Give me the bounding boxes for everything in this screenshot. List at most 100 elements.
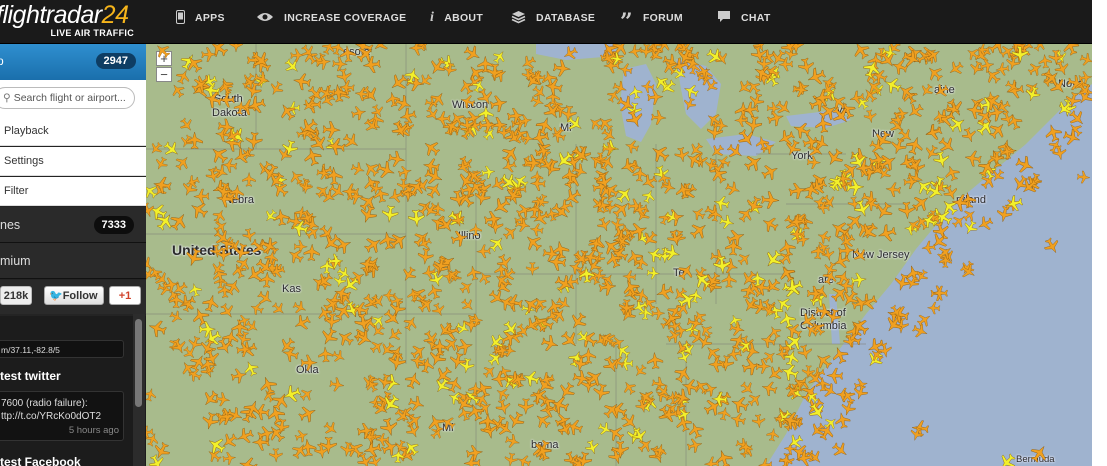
aircraft-icon[interactable] <box>418 356 436 374</box>
aircraft-icon[interactable] <box>481 362 499 380</box>
aircraft-icon[interactable] <box>375 159 397 181</box>
aircraft-icon[interactable] <box>193 188 210 204</box>
aircraft-icon[interactable] <box>995 62 1010 76</box>
aircraft-icon[interactable] <box>385 326 403 344</box>
aircraft-icon[interactable] <box>146 387 158 402</box>
aircraft-icon[interactable] <box>997 138 1015 156</box>
twitter-follow-button[interactable]: 🐦Follow <box>44 286 104 305</box>
aircraft-icon[interactable] <box>601 354 622 375</box>
aircraft-icon[interactable] <box>147 453 167 466</box>
aircraft-icon[interactable] <box>411 227 434 250</box>
aircraft-icon[interactable] <box>776 263 797 285</box>
aircraft-icon[interactable] <box>229 44 243 53</box>
aircraft-icon[interactable] <box>1078 71 1092 85</box>
aircraft-icon[interactable] <box>381 205 399 224</box>
aircraft-icon[interactable] <box>797 57 815 76</box>
aircraft-icon[interactable] <box>1028 442 1051 465</box>
aircraft-icon[interactable] <box>478 116 497 134</box>
aircraft-icon[interactable] <box>416 72 434 90</box>
aircraft-icon[interactable] <box>147 140 164 157</box>
aircraft-icon[interactable] <box>592 383 611 402</box>
aircraft-icon[interactable] <box>147 318 168 339</box>
aircraft-icon[interactable] <box>760 214 781 234</box>
aircraft-icon[interactable] <box>932 82 950 100</box>
aircraft-icon[interactable] <box>654 282 674 302</box>
aircraft-icon[interactable] <box>236 342 253 357</box>
aircraft-icon[interactable] <box>245 131 263 151</box>
aircraft-icon[interactable] <box>648 142 672 166</box>
aircraft-icon[interactable] <box>627 44 643 59</box>
aircraft-icon[interactable] <box>276 100 298 123</box>
aircraft-icon[interactable] <box>996 451 1019 466</box>
aircraft-icon[interactable] <box>522 231 545 254</box>
aircraft-icon[interactable] <box>596 420 613 437</box>
aircraft-icon[interactable] <box>646 266 661 280</box>
aircraft-icon[interactable] <box>454 320 471 337</box>
aircraft-icon[interactable] <box>466 265 482 282</box>
aircraft-icon[interactable] <box>620 379 638 397</box>
aircraft-icon[interactable] <box>362 56 381 74</box>
aircraft-icon[interactable] <box>797 344 814 361</box>
nav-forum[interactable]: ” FORUM <box>620 0 683 36</box>
nav-increase-coverage[interactable]: INCREASE COVERAGE <box>256 0 406 36</box>
aircraft-icon[interactable] <box>946 59 966 79</box>
aircraft-icon[interactable] <box>851 246 870 265</box>
aircraft-icon[interactable] <box>561 44 580 62</box>
aircraft-icon[interactable] <box>778 310 797 329</box>
aircraft-icon[interactable] <box>187 199 210 222</box>
aircraft-icon[interactable] <box>1079 52 1092 68</box>
aircraft-icon[interactable] <box>746 390 765 409</box>
aircraft-icon[interactable] <box>463 314 481 334</box>
aircraft-icon[interactable] <box>665 208 685 228</box>
aircraft-icon[interactable] <box>188 282 203 298</box>
aircraft-icon[interactable] <box>627 220 649 242</box>
aircraft-icon[interactable] <box>404 422 422 440</box>
aircraft-icon[interactable] <box>518 398 534 415</box>
aircraft-icon[interactable] <box>1062 127 1083 147</box>
aircraft-icon[interactable] <box>686 437 703 454</box>
aircraft-icon[interactable] <box>318 346 334 363</box>
aircraft-icon[interactable] <box>161 139 182 160</box>
aircraft-icon[interactable] <box>704 46 726 68</box>
aircraft-icon[interactable] <box>687 219 710 242</box>
aircraft-icon[interactable] <box>249 301 265 317</box>
aircraft-icon[interactable] <box>523 154 543 172</box>
aircraft-icon[interactable] <box>425 282 443 300</box>
aircraft-icon[interactable] <box>857 220 881 244</box>
aircraft-icon[interactable] <box>322 121 342 139</box>
aircraft-icon[interactable] <box>729 411 747 428</box>
aircraft-icon[interactable] <box>760 161 781 182</box>
aircraft-icon[interactable] <box>393 93 414 113</box>
aircraft-icon[interactable] <box>153 44 173 61</box>
aircraft-icon[interactable] <box>876 223 898 244</box>
aircraft-icon[interactable] <box>551 240 570 260</box>
aircraft-icon[interactable] <box>776 248 795 267</box>
aircraft-icon[interactable] <box>647 351 664 370</box>
aircraft-icon[interactable] <box>370 44 391 55</box>
aircraft-icon[interactable] <box>409 353 426 369</box>
aircraft-icon[interactable] <box>350 105 367 122</box>
aircraft-icon[interactable] <box>292 313 313 334</box>
aircraft-icon[interactable] <box>459 93 476 110</box>
aircraft-icon[interactable] <box>473 188 492 207</box>
aircraft-icon[interactable] <box>282 56 303 77</box>
aircraft-icon[interactable] <box>421 265 437 280</box>
aircraft-icon[interactable] <box>287 168 305 187</box>
aircraft-icon[interactable] <box>840 399 857 417</box>
aircraft-icon[interactable] <box>463 455 481 466</box>
aircraft-icon[interactable] <box>550 128 567 144</box>
aircraft-icon[interactable] <box>898 201 916 220</box>
aircraft-icon[interactable] <box>813 350 835 372</box>
aircraft-icon[interactable] <box>302 146 323 167</box>
aircraft-icon[interactable] <box>725 227 746 248</box>
tweet-card[interactable]: 7600 (radio failure): ttp://t.co/YRcKo0d… <box>0 391 124 441</box>
aircraft-icon[interactable] <box>167 210 190 234</box>
aircraft-icon[interactable] <box>556 380 578 402</box>
aircraft-icon[interactable] <box>766 109 785 128</box>
aircraft-icon[interactable] <box>350 161 366 177</box>
google-plus-button[interactable]: +1 <box>109 286 141 305</box>
aircraft-icon[interactable] <box>958 261 978 281</box>
menu-filter[interactable]: Filter <box>0 177 146 206</box>
aircraft-icon[interactable] <box>406 287 420 302</box>
aircraft-icon[interactable] <box>272 208 290 226</box>
